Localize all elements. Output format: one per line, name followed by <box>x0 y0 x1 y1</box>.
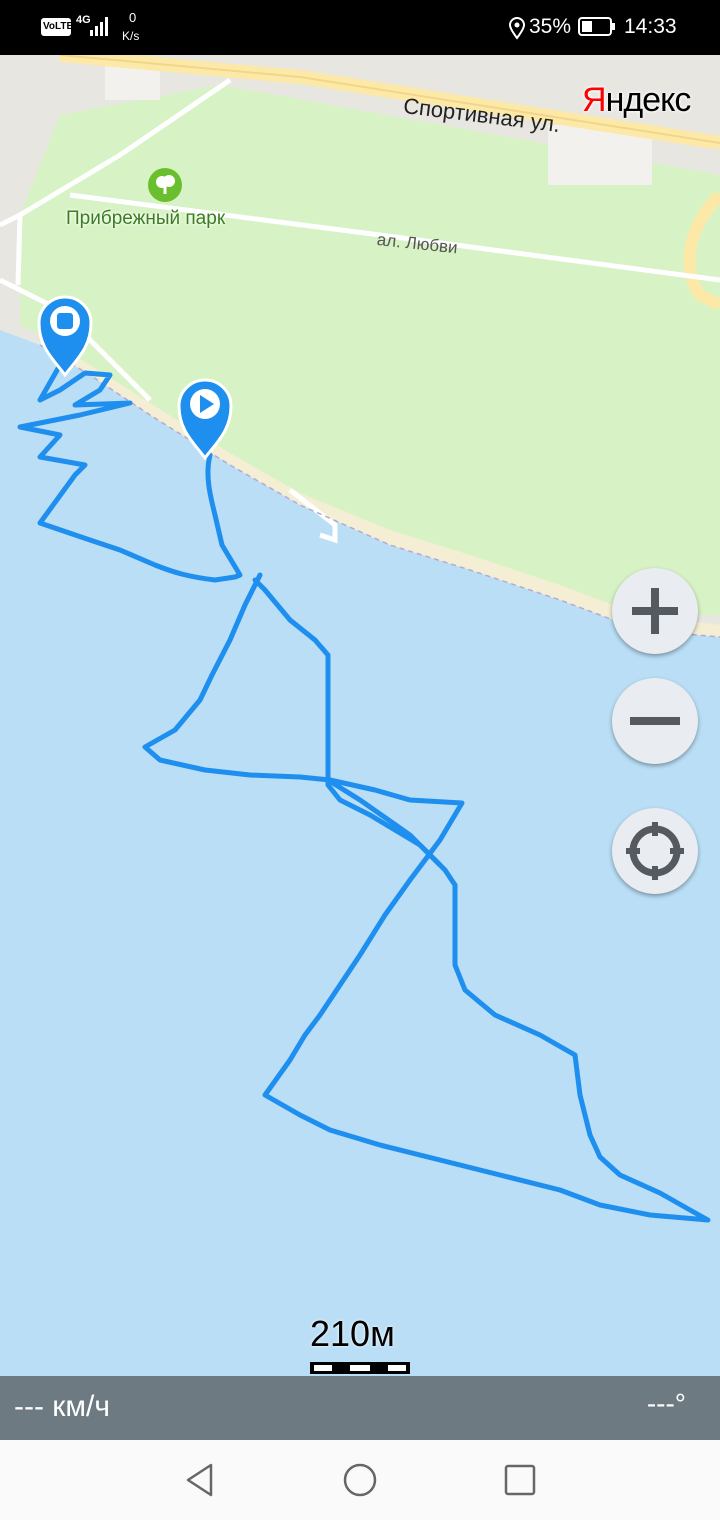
yandex-logo-text: Яндекс <box>582 81 692 119</box>
battery-level <box>582 21 592 32</box>
stop-icon <box>57 313 73 329</box>
minus-icon <box>630 717 680 725</box>
recent-square-icon[interactable] <box>503 1463 537 1497</box>
speed-readout: --- км/ч <box>14 1390 111 1423</box>
info-bar: --- км/ч ---° <box>0 1376 720 1440</box>
back-triangle-icon[interactable] <box>183 1462 217 1498</box>
signal-icon <box>90 17 108 36</box>
yandex-logo: Яндекс <box>582 81 692 120</box>
volte-text: VoLTE <box>43 21 74 32</box>
plus-icon <box>632 588 678 634</box>
location-icon <box>508 17 526 40</box>
battery-icon <box>578 17 612 36</box>
yandex-logo-first-letter: Я <box>582 81 607 119</box>
yandex-logo-rest: ндекс <box>605 81 692 119</box>
map-view[interactable]: Спортивная ул. Прибрежный парк ал. Любви… <box>0 55 720 1376</box>
park-label: Прибрежный парк <box>66 208 226 229</box>
status-bar: VoLTE 4G 0 K/s 35% 14:33 <box>0 0 720 55</box>
scale-bar <box>310 1362 410 1374</box>
zoom-out-button[interactable] <box>612 678 698 764</box>
volte-badge: VoLTE <box>41 18 74 36</box>
home-circle-icon[interactable] <box>342 1462 378 1498</box>
battery-tip <box>612 23 615 30</box>
heading-readout: ---° <box>646 1388 686 1419</box>
crosshair-icon <box>626 822 684 880</box>
clock: 14:33 <box>624 15 677 38</box>
zoom-in-button[interactable] <box>612 568 698 654</box>
net-speed-unit: K/s <box>122 29 140 43</box>
net-speed-value: 0 <box>129 10 137 25</box>
scale-label: 210м <box>310 1313 395 1354</box>
locate-button[interactable] <box>612 808 698 894</box>
navigation-bar <box>0 1440 720 1520</box>
battery-percent: 35% <box>529 15 572 38</box>
tree-icon <box>148 168 182 202</box>
